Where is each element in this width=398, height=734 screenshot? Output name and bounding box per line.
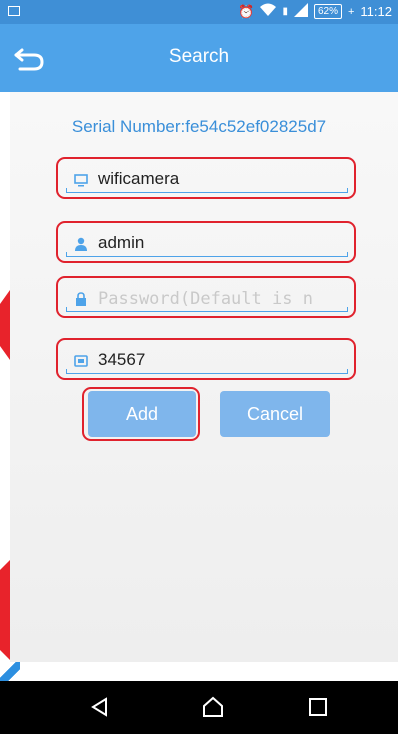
background-decor-bottom (0, 560, 10, 660)
password-field[interactable]: Password(Default is n (56, 276, 356, 318)
username-field[interactable]: admin (56, 221, 356, 263)
username-underline (66, 252, 348, 257)
device-name-value: wificamera (98, 169, 180, 188)
background-decor-top (0, 290, 10, 360)
background-decor-blue (0, 662, 20, 681)
lock-icon (76, 292, 86, 306)
add-button[interactable]: Add (88, 391, 196, 437)
back-nav-icon[interactable] (88, 695, 112, 719)
password-placeholder: Password(Default is n (98, 289, 313, 309)
port-field[interactable]: 34567 (56, 338, 356, 380)
signal-icon (293, 3, 308, 20)
username-value: admin (98, 233, 145, 252)
status-bar: ⏰ ▮ 62% + 11:12 (0, 0, 398, 24)
recents-icon[interactable] (306, 695, 330, 719)
alarm-icon: ⏰ (238, 3, 255, 19)
serial-number-label: Serial Number:fe54c52ef02825d7 (71, 117, 327, 136)
home-icon[interactable] (201, 695, 225, 719)
port-underline (66, 369, 348, 374)
image-notification-icon (8, 6, 20, 16)
cancel-button[interactable]: Cancel (220, 391, 330, 437)
port-value: 34567 (98, 350, 146, 369)
sim-icon: ▮ (282, 6, 288, 17)
app-bar: Search (0, 24, 398, 92)
device-name-field[interactable]: wificamera (56, 157, 356, 199)
clock: 11:12 (360, 4, 392, 19)
wifi-icon (260, 3, 277, 20)
battery-level: 62% (313, 4, 342, 19)
password-underline (66, 307, 348, 312)
page-title: Search (168, 46, 230, 67)
charging-icon: + (347, 5, 355, 18)
navigation-bar (0, 681, 398, 734)
monitor-icon (74, 174, 88, 187)
port-icon (74, 355, 88, 367)
user-icon (75, 237, 87, 251)
device-name-underline (66, 188, 348, 193)
